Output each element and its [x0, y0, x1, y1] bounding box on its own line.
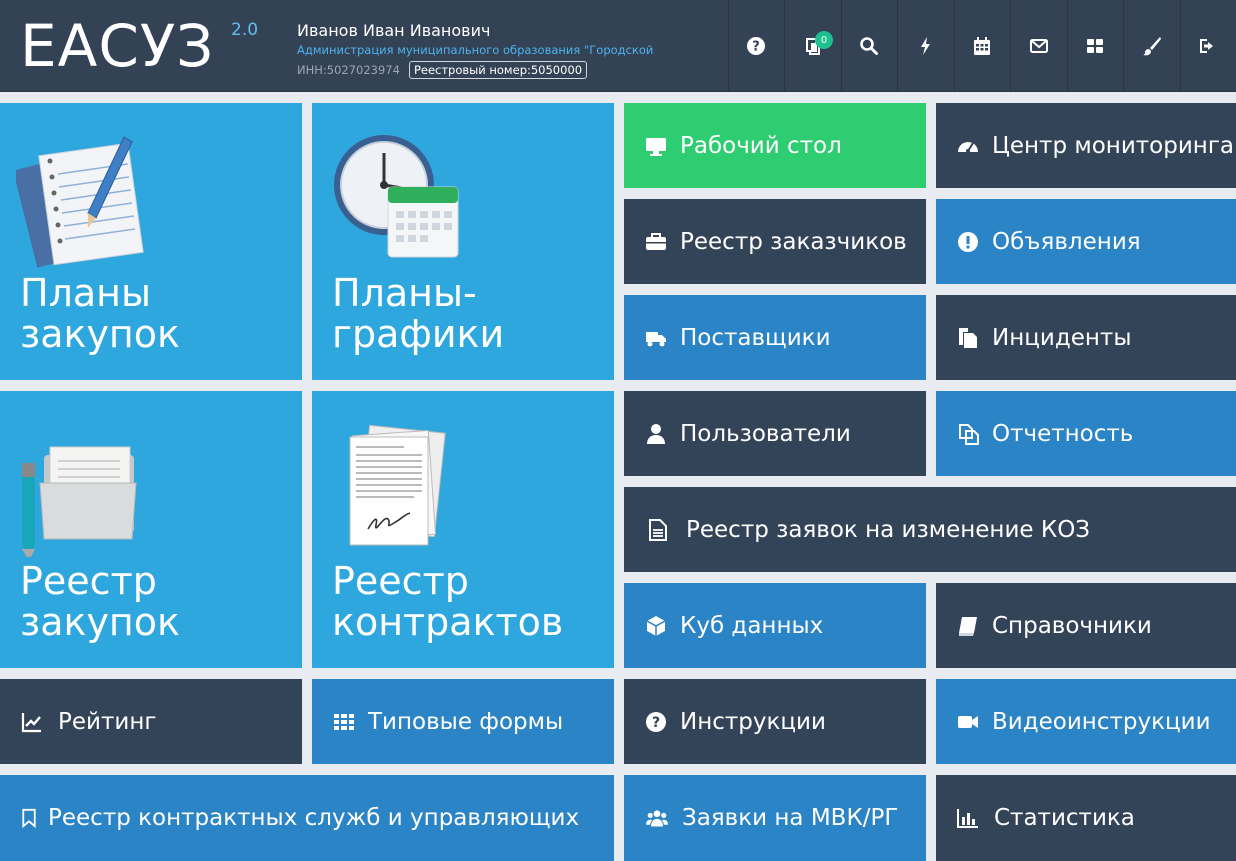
user-name[interactable]: Иванов Иван Иванович [297, 21, 727, 41]
users-group-icon [646, 810, 668, 827]
tile-monitoring-label: Центр мониторинга [992, 132, 1234, 159]
tile-mvk-label: Заявки на МВК/РГ [682, 805, 899, 831]
calendar-button[interactable] [953, 0, 1011, 92]
svg-text:?: ? [652, 715, 660, 731]
dashboard-gauge-icon [958, 141, 978, 153]
tile-schedules[interactable]: Планы- графики [312, 103, 614, 380]
tile-purchase-plans-title: Планы закупок [20, 271, 180, 356]
grid-icon [334, 713, 354, 730]
truck-icon [646, 331, 666, 346]
tile-users-label: Пользователи [680, 420, 851, 447]
tile-purchase-plans[interactable]: Планы закупок [0, 103, 302, 380]
tile-references-label: Справочники [992, 612, 1152, 639]
calendar-icon [974, 37, 991, 55]
bookmark-icon [22, 808, 36, 829]
reports-copy-icon [959, 423, 979, 445]
user-icon [647, 423, 665, 444]
theme-button[interactable] [1123, 0, 1180, 92]
header-toolbar: ? 0 [727, 0, 1236, 92]
grid-icon [1087, 39, 1104, 53]
tile-instructions[interactable]: ? Инструкции [624, 679, 926, 764]
monitor-icon [646, 137, 666, 156]
top-header: ЕАСУЗ 2.0 Иванов Иван Иванович Администр… [0, 0, 1236, 92]
tile-schedules-title: Планы- графики [332, 271, 505, 356]
exclamation-circle-icon [958, 231, 978, 252]
document-icon [649, 518, 667, 541]
reg-number-badge: Реестровый номер:5050000 [408, 61, 588, 79]
copy-files-icon [959, 327, 977, 348]
tile-contract-services-label: Реестр контрактных служб и управляющих [48, 805, 580, 831]
help-button[interactable]: ? [727, 0, 785, 92]
logout-button[interactable] [1179, 0, 1236, 92]
tile-reports[interactable]: Отчетность [936, 391, 1236, 476]
tile-mvk-requests[interactable]: Заявки на МВК/РГ [624, 775, 926, 861]
brush-icon [1142, 37, 1161, 56]
folder-pen-icon [22, 446, 137, 557]
tile-data-cube-label: Куб данных [680, 612, 824, 639]
signed-documents-icon [349, 424, 446, 546]
tile-standard-forms-label: Типовые формы [368, 708, 564, 735]
tile-statistics-label: Статистика [994, 805, 1135, 831]
tile-monitoring-center[interactable]: Центр мониторинга [936, 103, 1236, 188]
tile-users[interactable]: Пользователи [624, 391, 926, 476]
notebook-pencil-icon [16, 136, 144, 268]
app-version: 2.0 [231, 20, 259, 40]
help-icon: ? [747, 37, 766, 55]
search-button[interactable] [840, 0, 898, 92]
briefcase-icon [646, 232, 666, 250]
tile-reports-label: Отчетность [992, 420, 1134, 447]
clock-calendar-icon [334, 135, 459, 258]
tile-rating[interactable]: Рейтинг [0, 679, 302, 764]
tile-references[interactable]: Справочники [936, 583, 1236, 668]
logout-icon [1200, 39, 1214, 53]
tile-koz-label: Реестр заявок на изменение КОЗ [686, 516, 1091, 543]
mail-icon [1029, 39, 1048, 53]
user-info: Иванов Иван Иванович Администрация муниц… [297, 21, 727, 79]
tile-incidents-label: Инциденты [992, 324, 1132, 351]
notification-count: 0 [815, 31, 833, 49]
tile-suppliers-label: Поставщики [680, 324, 831, 351]
tile-customers-registry[interactable]: Реестр заказчиков [624, 199, 926, 284]
video-camera-icon [958, 715, 978, 728]
bolt-icon [920, 37, 930, 55]
tile-purchase-registry[interactable]: Реестр закупок [0, 391, 302, 668]
tile-rating-label: Рейтинг [58, 708, 157, 735]
user-organization[interactable]: Администрация муниципального образования… [297, 42, 657, 58]
tile-contracts-registry[interactable]: Реестр контрактов [312, 391, 614, 668]
tile-incidents[interactable]: Инциденты [936, 295, 1236, 380]
tile-desktop[interactable]: Рабочий стол [624, 103, 926, 188]
bar-chart-icon [957, 809, 978, 828]
tile-contracts-registry-title: Реестр контрактов [332, 559, 564, 644]
tile-koz-requests[interactable]: Реестр заявок на изменение КОЗ [624, 487, 1236, 572]
tile-suppliers[interactable]: Поставщики [624, 295, 926, 380]
tile-video-instructions[interactable]: Видеоинструкции [936, 679, 1236, 764]
tile-standard-forms[interactable]: Типовые формы [312, 679, 614, 764]
question-circle-icon: ? [646, 711, 666, 732]
tile-instructions-label: Инструкции [680, 708, 826, 735]
inn-text: ИНН:5027023974 [297, 63, 400, 77]
app-logo[interactable]: ЕАСУЗ [20, 14, 214, 78]
tile-purchase-registry-title: Реестр закупок [20, 559, 180, 644]
tile-video-label: Видеоинструкции [992, 708, 1211, 735]
quick-actions-button[interactable] [897, 0, 954, 92]
line-chart-icon [21, 712, 41, 732]
apps-button[interactable] [1066, 0, 1124, 92]
search-icon [860, 37, 879, 55]
tile-desktop-label: Рабочий стол [680, 132, 842, 159]
tile-customers-label: Реестр заказчиков [680, 228, 907, 255]
tile-contract-services[interactable]: Реестр контрактных служб и управляющих [0, 775, 614, 861]
tile-data-cube[interactable]: Куб данных [624, 583, 926, 668]
mail-button[interactable] [1010, 0, 1067, 92]
tile-statistics[interactable]: Статистика [936, 775, 1236, 861]
cube-icon [646, 615, 666, 636]
book-icon [959, 616, 977, 636]
svg-text:?: ? [752, 40, 760, 55]
notifications-button[interactable]: 0 [784, 0, 841, 92]
tile-announcements-label: Объявления [992, 228, 1141, 255]
tile-announcements[interactable]: Объявления [936, 199, 1236, 284]
